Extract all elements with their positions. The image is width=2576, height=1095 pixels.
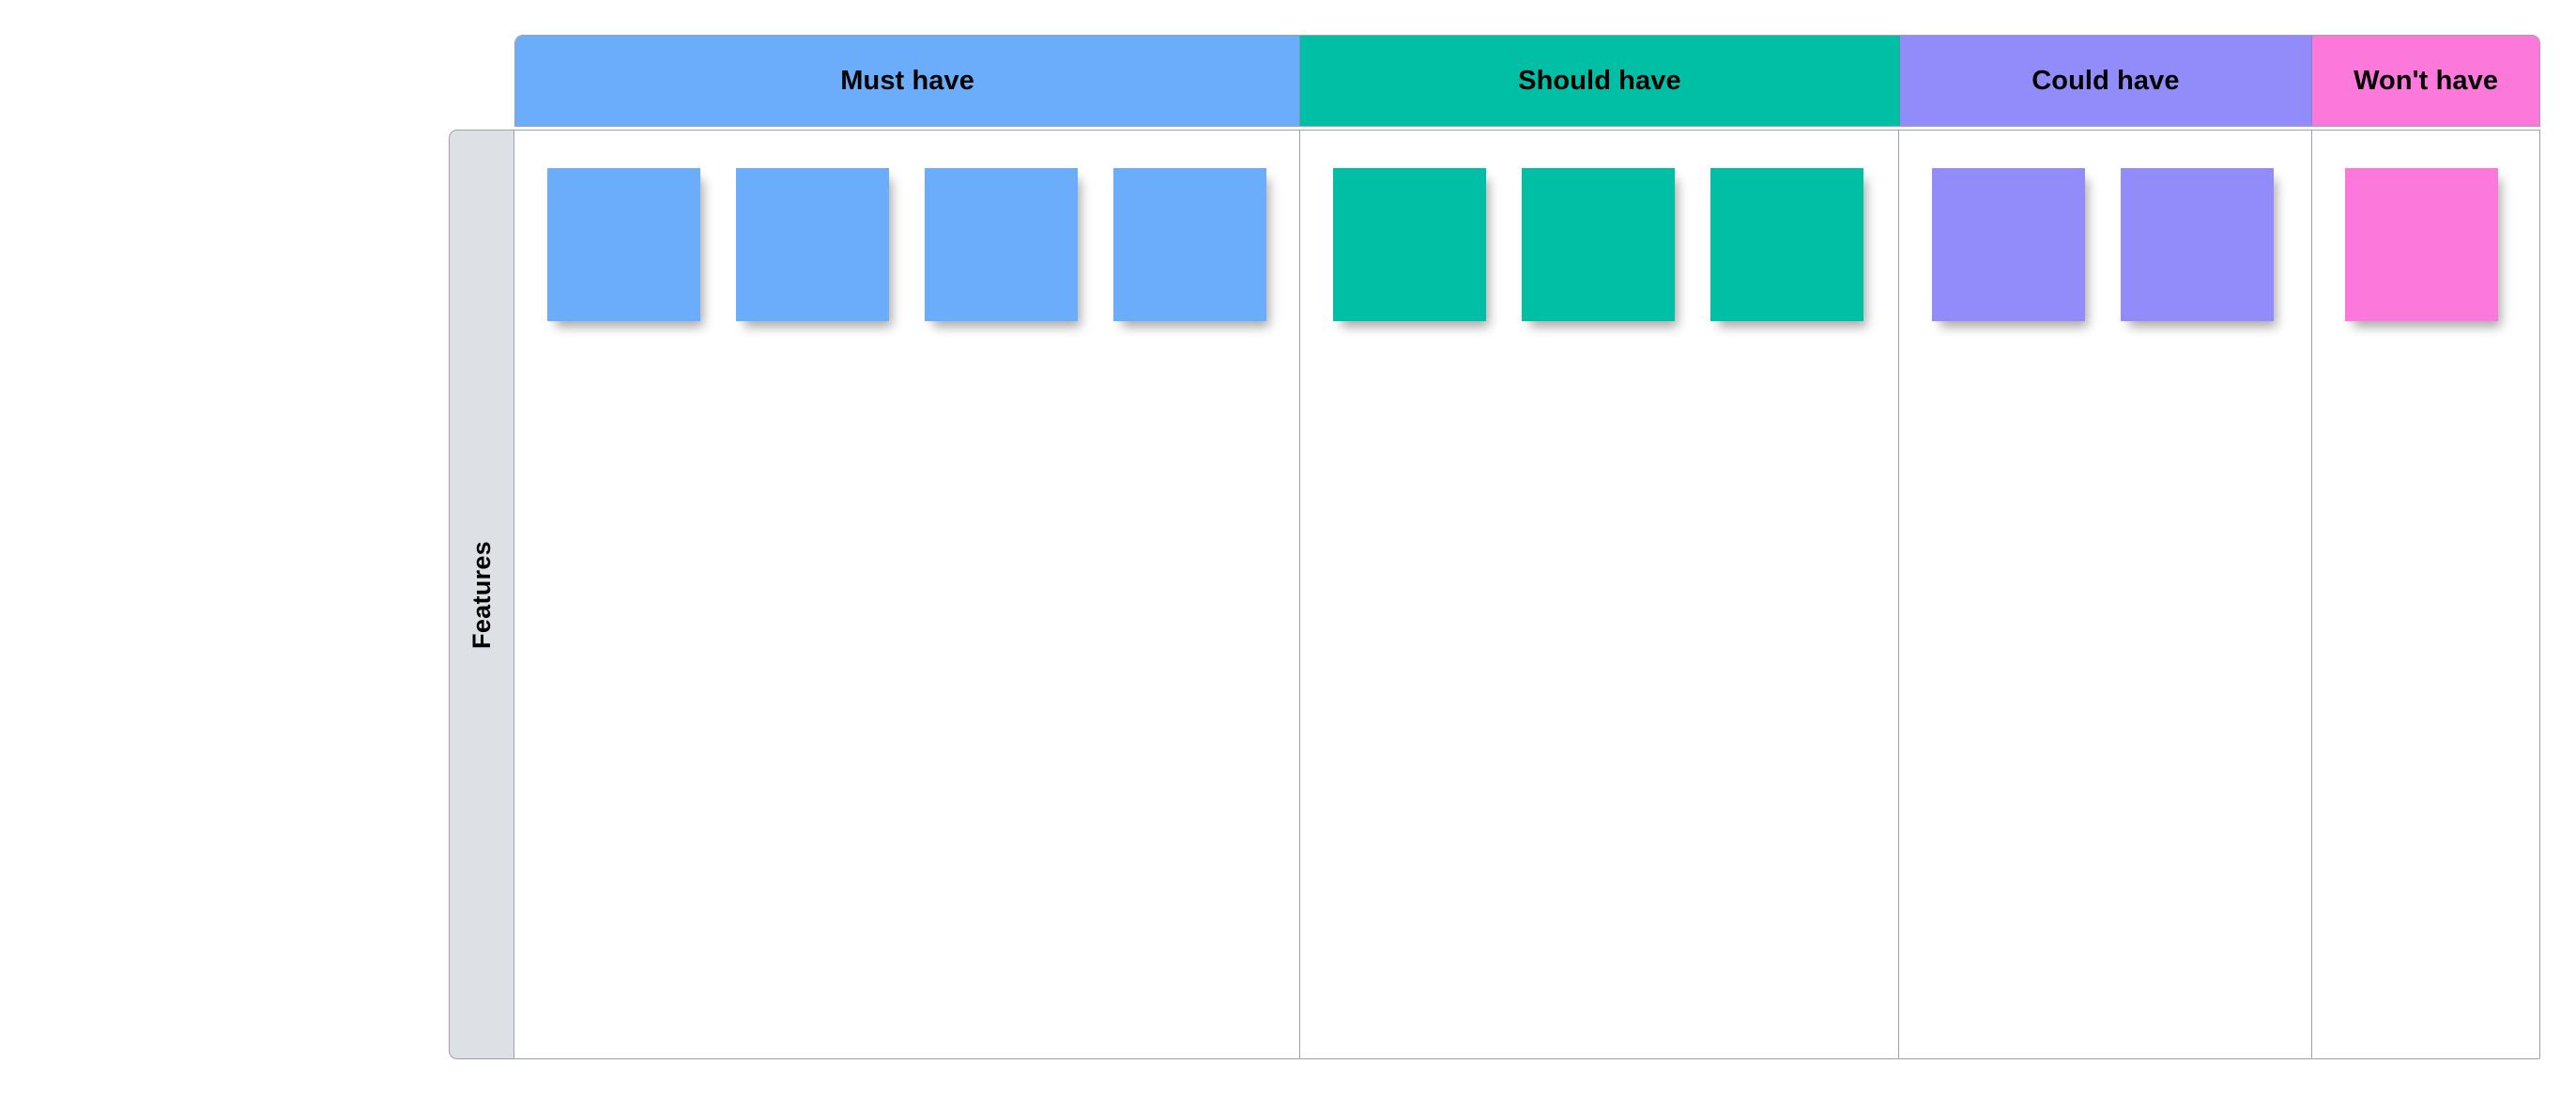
column-header-could-have[interactable]: Could have	[1899, 36, 2313, 126]
card-stack-wont-have	[2312, 168, 2539, 321]
lane-wont-have[interactable]	[2312, 131, 2539, 1058]
board-header-row: Must have Should have Could have Won't have	[514, 35, 2540, 127]
sticky-note[interactable]	[2121, 168, 2275, 321]
moscow-prioritization-board: Must have Should have Could have Won't have…	[0, 0, 2576, 1095]
sticky-note[interactable]	[1710, 168, 1863, 321]
sticky-note[interactable]	[925, 168, 1078, 321]
card-stack-could-have	[1899, 168, 2311, 321]
column-header-must-have[interactable]: Must have	[515, 36, 1301, 126]
board-body	[514, 130, 2540, 1059]
sticky-note[interactable]	[1932, 168, 2086, 321]
row-label-features: Features	[449, 130, 514, 1059]
lane-should-have[interactable]	[1300, 131, 1900, 1058]
sticky-note[interactable]	[2345, 168, 2499, 321]
column-header-should-have[interactable]: Should have	[1300, 36, 1900, 126]
sticky-note[interactable]	[1521, 168, 1675, 321]
card-stack-must-have	[514, 168, 1299, 321]
sticky-note[interactable]	[1113, 168, 1266, 321]
card-stack-should-have	[1300, 168, 1899, 321]
sticky-note[interactable]	[736, 168, 889, 321]
lane-could-have[interactable]	[1899, 131, 2313, 1058]
row-label-text: Features	[467, 540, 496, 649]
lane-must-have[interactable]	[514, 131, 1300, 1058]
sticky-note[interactable]	[1332, 168, 1486, 321]
sticky-note[interactable]	[547, 168, 700, 321]
column-header-wont-have[interactable]: Won't have	[2312, 36, 2539, 126]
